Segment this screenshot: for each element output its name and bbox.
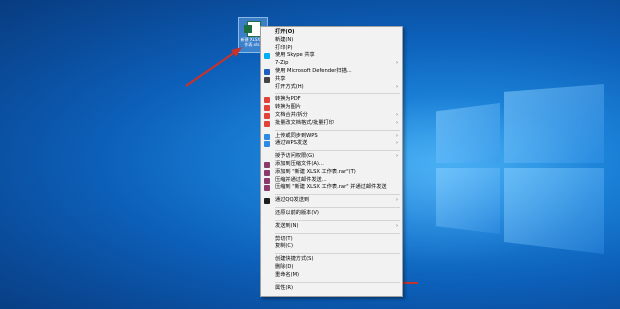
- menu-item[interactable]: 发送到(N) ›: [261, 223, 402, 231]
- chevron-right-icon: ›: [396, 153, 398, 160]
- wps-batch-icon: [264, 120, 270, 127]
- share-icon: [264, 76, 270, 83]
- wps-image-icon: [264, 105, 270, 112]
- chevron-right-icon: ›: [396, 222, 398, 229]
- chevron-right-icon: ›: [396, 83, 398, 90]
- menu-item-label: 打印(P): [275, 44, 293, 51]
- menu-separator: [275, 93, 400, 95]
- menu-item[interactable]: 创建快捷方式(S): [261, 256, 402, 264]
- menu-separator: [275, 194, 400, 196]
- chevron-right-icon: ›: [396, 197, 398, 204]
- menu-item[interactable]: 打开方式(H) ›: [261, 84, 402, 92]
- menu-item-label: 重命名(M): [275, 271, 300, 278]
- menu-item-label: 共享: [275, 75, 286, 82]
- menu-item[interactable]: 文档合并/拆分 ›: [261, 112, 402, 120]
- wps-merge-icon: [264, 112, 270, 119]
- winrar-icon: [264, 177, 270, 184]
- chevron-right-icon: ›: [396, 60, 398, 67]
- wps-cloud-icon: [264, 133, 270, 140]
- menu-item-label: 转换为图片: [275, 104, 301, 111]
- skype-icon: [264, 53, 270, 60]
- menu-item[interactable]: 通过QQ发送到 ›: [261, 197, 402, 205]
- menu-separator: [275, 281, 400, 283]
- excel-file-icon: [244, 21, 261, 37]
- menu-item-label: 压缩到 "新建 XLSX 工作表.rar" 并通过邮件发送: [275, 184, 387, 191]
- context-menu: 打开(O) 新建(N) 打印(P) 使用 Skype 共享 7-Zip › 使用 Micro…: [260, 26, 403, 297]
- windows-logo-pane: [436, 168, 500, 234]
- menu-item[interactable]: 还原以前的版本(V): [261, 210, 402, 218]
- menu-separator: [275, 129, 400, 131]
- menu-item-label: 文档合并/拆分: [275, 111, 308, 118]
- winrar-icon: [264, 161, 270, 168]
- menu-item-label: 打开(O): [275, 29, 295, 35]
- menu-item[interactable]: 属性(R): [261, 285, 402, 293]
- menu-item-label: 删除(D): [275, 263, 294, 270]
- wps-send-icon: [264, 141, 270, 148]
- menu-item-label: 属性(R): [275, 284, 294, 291]
- menu-item[interactable]: 重命名(M): [261, 272, 402, 280]
- menu-item[interactable]: 转换为PDF: [261, 96, 402, 104]
- menu-item-label: 通过WPS发送: [275, 140, 308, 147]
- menu-item-label: 复制(C): [275, 243, 294, 250]
- windows-logo-pane: [504, 84, 604, 163]
- menu-item[interactable]: 添加到 "新建 XLSX 工作表.rar"(T): [261, 169, 402, 177]
- chevron-right-icon: ›: [396, 140, 398, 147]
- windows-logo-pane: [504, 168, 604, 254]
- menu-item[interactable]: 使用 Skype 共享: [261, 52, 402, 60]
- menu-item-label: 使用 Microsoft Defender扫描...: [275, 67, 352, 74]
- menu-item[interactable]: 授予访问权限(G) ›: [261, 153, 402, 161]
- menu-item-label: 上传或同步到WPS: [275, 132, 318, 139]
- chevron-right-icon: ›: [396, 119, 398, 126]
- menu-item[interactable]: 转换为图片: [261, 104, 402, 112]
- menu-item-label: 压缩并通过邮件发送...: [275, 176, 327, 183]
- menu-item[interactable]: 添加到压缩文件(A)...: [261, 161, 402, 169]
- menu-separator: [275, 253, 400, 255]
- menu-item[interactable]: 打开(O): [261, 29, 402, 37]
- menu-item[interactable]: 删除(D): [261, 264, 402, 272]
- qq-icon: [264, 198, 270, 205]
- menu-item-label: 还原以前的版本(V): [275, 209, 319, 216]
- menu-item-label: 7-Zip: [275, 60, 289, 67]
- menu-item-label: 转换为PDF: [275, 96, 301, 103]
- menu-item-label: 使用 Skype 共享: [275, 52, 315, 59]
- menu-separator: [275, 150, 400, 152]
- winrar-icon: [264, 185, 270, 192]
- menu-item[interactable]: 共享: [261, 76, 402, 84]
- winrar-icon: [264, 169, 270, 176]
- menu-item[interactable]: 压缩到 "新建 XLSX 工作表.rar" 并通过邮件发送: [261, 184, 402, 192]
- wps-pdf-icon: [264, 97, 270, 104]
- menu-item-label: 创建快捷方式(S): [275, 256, 314, 263]
- menu-item-label: 添加到压缩文件(A)...: [275, 160, 324, 167]
- windows-logo-pane: [436, 103, 500, 163]
- chevron-right-icon: ›: [396, 111, 398, 118]
- arrow-to-file-icon: [185, 47, 242, 87]
- menu-item[interactable]: 7-Zip ›: [261, 60, 402, 68]
- menu-item-label: 批量改文档格式/批量打印: [275, 119, 334, 126]
- menu-separator: [275, 219, 400, 221]
- menu-item[interactable]: 复制(C): [261, 243, 402, 251]
- menu-item-label: 打开方式(H): [275, 83, 304, 90]
- menu-item[interactable]: 使用 Microsoft Defender扫描...: [261, 68, 402, 76]
- menu-separator: [275, 232, 400, 234]
- menu-item[interactable]: 新建(N): [261, 37, 402, 45]
- defender-icon: [264, 68, 270, 75]
- menu-item-label: 授予访问权限(G): [275, 153, 315, 160]
- menu-item-label: 通过QQ发送到: [275, 197, 310, 204]
- menu-item[interactable]: 通过WPS发送 ›: [261, 140, 402, 148]
- menu-separator: [275, 206, 400, 208]
- chevron-right-icon: ›: [396, 132, 398, 139]
- menu-item-label: 发送到(N): [275, 222, 299, 229]
- menu-item[interactable]: 批量改文档格式/批量打印 ›: [261, 120, 402, 128]
- menu-item-label: 添加到 "新建 XLSX 工作表.rar"(T): [275, 168, 356, 175]
- menu-item-label: 剪切(T): [275, 235, 293, 242]
- menu-item-label: 新建(N): [275, 36, 294, 43]
